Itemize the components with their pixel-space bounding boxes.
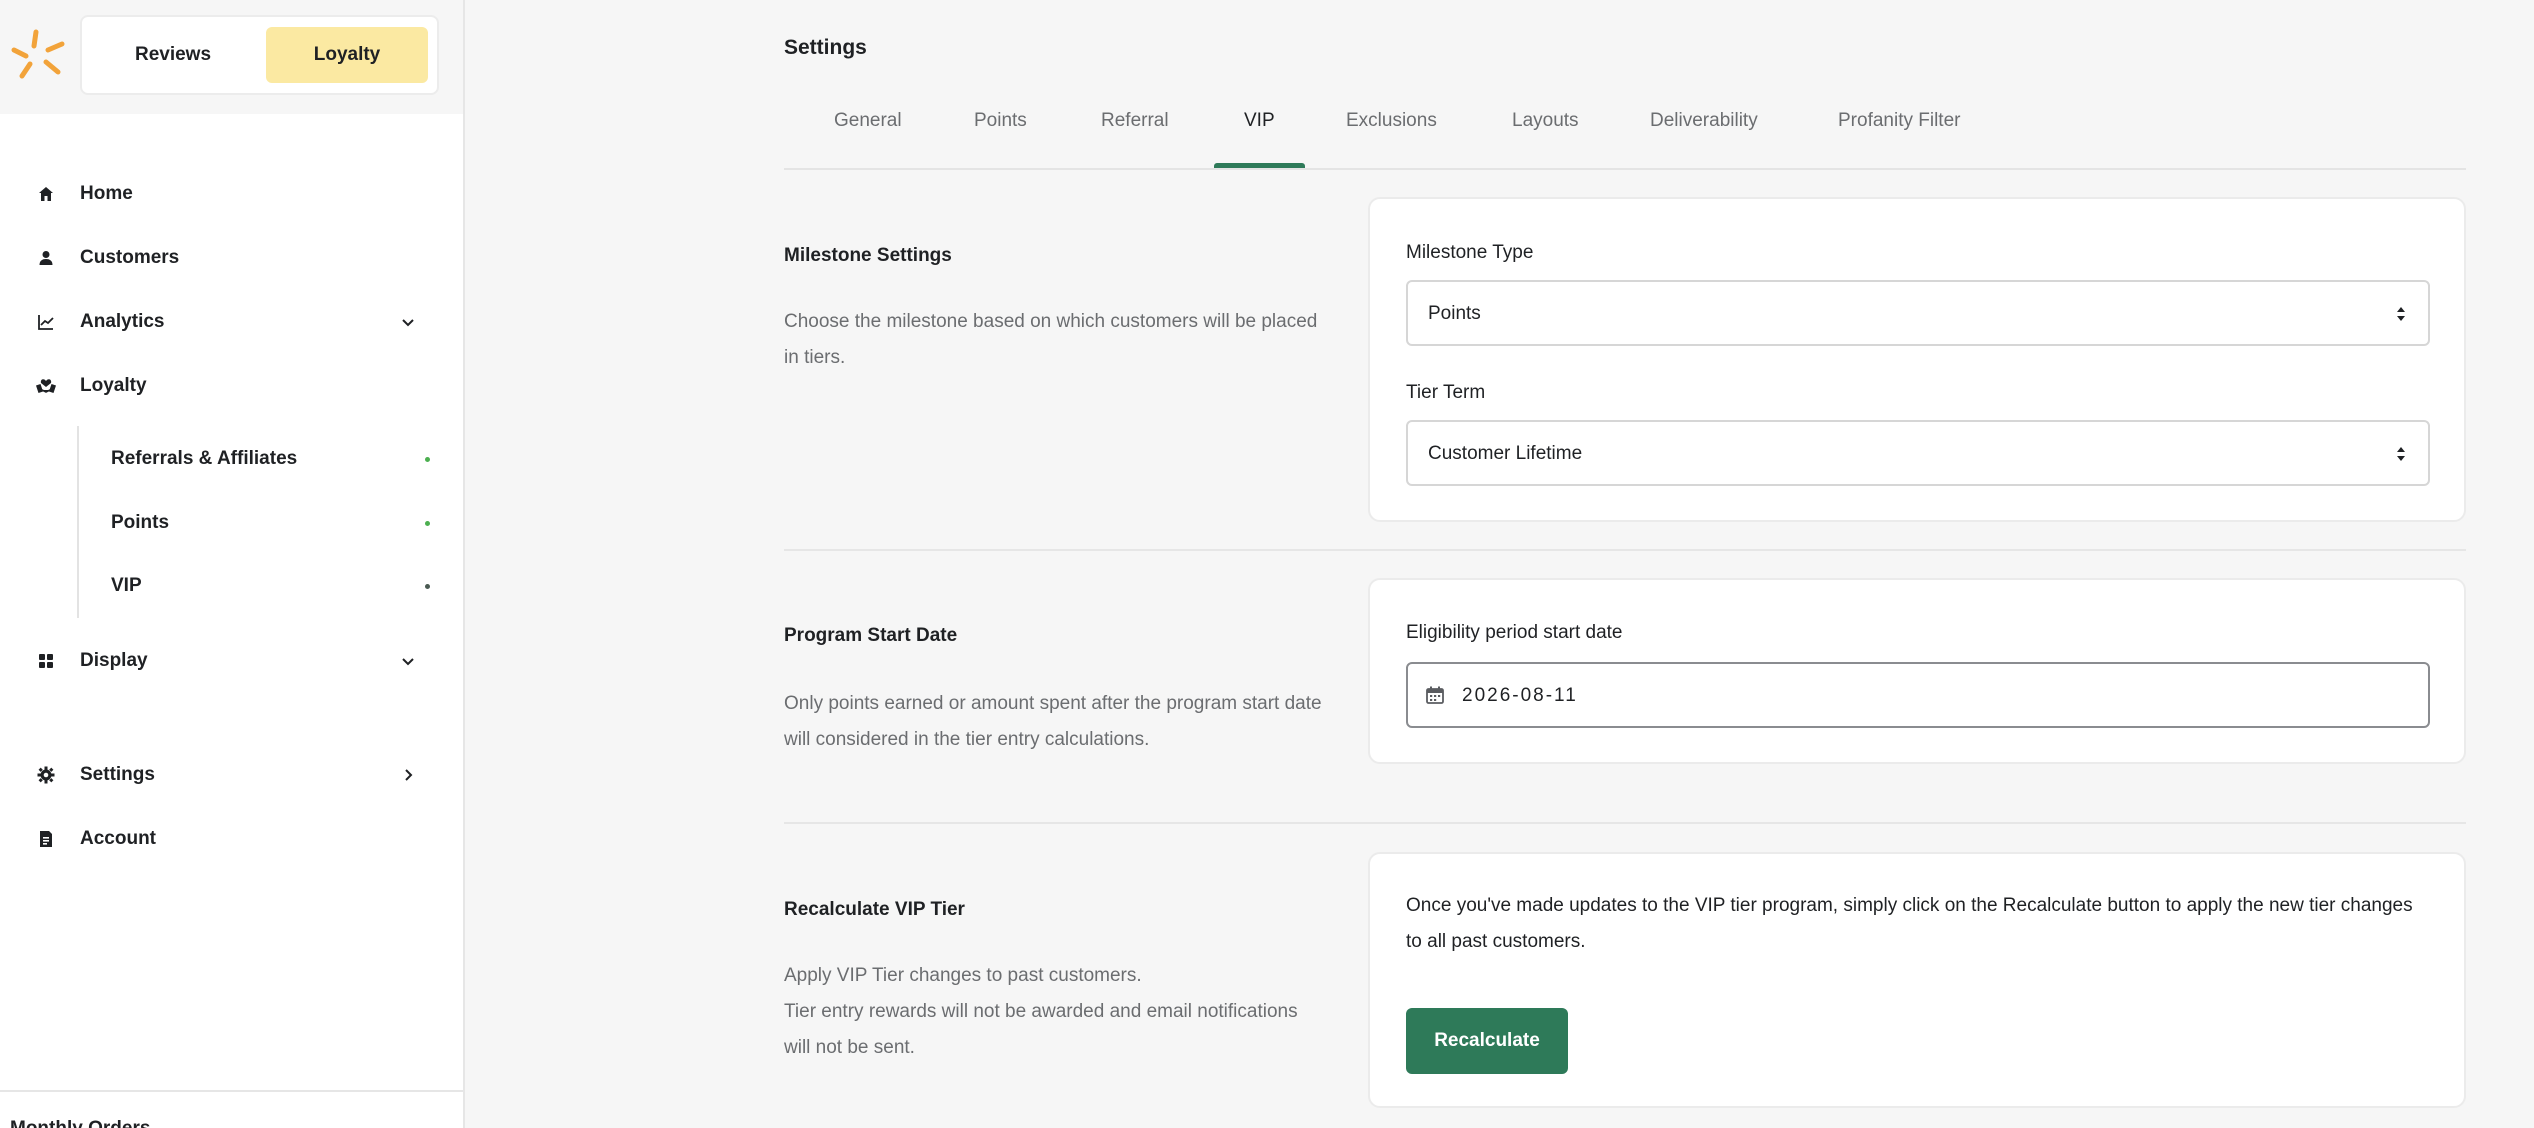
tab-points[interactable]: Points [974, 110, 1027, 132]
sidebar-item-home[interactable]: Home [0, 168, 463, 220]
status-dot [425, 520, 430, 526]
chevron-down-icon [399, 313, 417, 331]
program-start-date-card: Eligibility period start date 2026-08-11 [1368, 578, 2466, 764]
sidebar-subitem-points[interactable]: Points [80, 497, 430, 549]
sidebar-item-label: Home [80, 183, 133, 204]
recalculate-vip-tier-title: Recalculate VIP Tier [784, 899, 965, 920]
tab-vip[interactable]: VIP [1244, 110, 1275, 132]
select-arrows-icon [2397, 307, 2405, 321]
recalculate-desc-line-1: Apply VIP Tier changes to past customers… [784, 965, 1142, 986]
recalculate-desc-line-2: Tier entry rewards will not be awarded a… [784, 1001, 1298, 1058]
home-icon [36, 184, 56, 204]
sidebar-item-label: Account [80, 828, 156, 849]
sidebar-item-display[interactable]: Display [0, 635, 463, 687]
sidebar-subitem-label: Referrals & Affiliates [111, 448, 298, 469]
user-icon [36, 248, 56, 268]
active-tab-indicator [1214, 163, 1305, 168]
tab-exclusions[interactable]: Exclusions [1346, 110, 1437, 132]
sidebar-item-label: Analytics [80, 311, 165, 332]
sidebar-item-label: Settings [80, 764, 155, 785]
tab-profanity-filter[interactable]: Profanity Filter [1838, 110, 1960, 132]
milestone-type-label: Milestone Type [1406, 242, 1534, 263]
tier-term-label: Tier Term [1406, 382, 1486, 403]
eligibility-start-date-input[interactable]: 2026-08-11 [1406, 662, 2430, 728]
section-divider [784, 822, 2466, 824]
select-arrows-icon [2397, 447, 2405, 461]
page-title: Settings [784, 36, 867, 59]
recalculate-card: Once you've made updates to the VIP tier… [1368, 852, 2466, 1108]
document-icon [36, 829, 56, 849]
recalculate-vip-tier-description: Apply VIP Tier changes to past customers… [784, 958, 1324, 1066]
sidebar-divider [0, 1090, 463, 1092]
tier-term-value: Customer Lifetime [1428, 443, 1583, 464]
loyalty-app-button[interactable]: Loyalty [266, 27, 428, 83]
milestone-type-select[interactable]: Points [1406, 280, 2430, 346]
sidebar-subitem-label: VIP [111, 575, 142, 596]
program-start-date-title: Program Start Date [784, 625, 958, 646]
reviews-app-button[interactable]: Reviews [92, 27, 254, 83]
sidebar-subitem-vip[interactable]: VIP [80, 560, 430, 612]
sidebar-item-account[interactable]: Account [0, 813, 463, 865]
sidebar-item-customers[interactable]: Customers [0, 232, 463, 284]
milestone-settings-title: Milestone Settings [784, 245, 952, 266]
submenu-line [77, 426, 79, 618]
sidebar-item-analytics[interactable]: Analytics [0, 296, 463, 348]
sidebar: Reviews Loyalty Home Customers Analytics… [0, 0, 465, 1128]
chevron-down-icon [399, 652, 417, 670]
sidebar-item-settings[interactable]: Settings [0, 749, 463, 801]
eligibility-start-date-label: Eligibility period start date [1406, 622, 1623, 643]
milestone-settings-description: Choose the milestone based on which cust… [784, 311, 1318, 368]
sidebar-header: Reviews Loyalty [0, 0, 463, 114]
tier-term-select[interactable]: Customer Lifetime [1406, 420, 2430, 486]
settings-tabs: General Points Referral VIP Exclusions L… [784, 96, 2466, 170]
milestone-settings-card: Milestone Type Points Tier Term Customer… [1368, 197, 2466, 522]
tab-general[interactable]: General [834, 110, 902, 132]
sidebar-subitem-label: Points [111, 512, 170, 533]
app-switcher: Reviews Loyalty [80, 15, 439, 95]
sidebar-item-label: Loyalty [80, 375, 147, 396]
tab-deliverability[interactable]: Deliverability [1650, 110, 1758, 132]
milestone-type-value: Points [1428, 303, 1481, 324]
sidebar-subitem-referrals-affiliates[interactable]: Referrals & Affiliates [80, 433, 430, 485]
sidebar-item-label: Display [80, 650, 148, 671]
status-dot [425, 583, 430, 589]
recalculate-instructions: Once you've made updates to the VIP tier… [1406, 895, 2413, 952]
grid-icon [36, 651, 56, 671]
tab-layouts[interactable]: Layouts [1512, 110, 1579, 132]
gear-icon [36, 765, 56, 785]
recalculate-button[interactable]: Recalculate [1406, 1008, 1568, 1074]
tab-referral[interactable]: Referral [1101, 110, 1169, 132]
chevron-right-icon [399, 766, 417, 784]
calendar-icon [1426, 686, 1444, 704]
eligibility-start-date-value: 2026-08-11 [1462, 685, 1578, 706]
status-dot [425, 456, 430, 462]
chart-icon [36, 312, 56, 332]
loyalty-icon [36, 376, 56, 396]
sidebar-item-loyalty[interactable]: Loyalty [0, 360, 463, 412]
sidebar-item-label: Customers [80, 247, 180, 268]
program-start-date-description: Only points earned or amount spent after… [784, 693, 1322, 750]
sidebar-footer-text: Monthly Orders [10, 1118, 150, 1128]
app-logo-icon [11, 29, 65, 79]
section-divider [784, 549, 2466, 551]
